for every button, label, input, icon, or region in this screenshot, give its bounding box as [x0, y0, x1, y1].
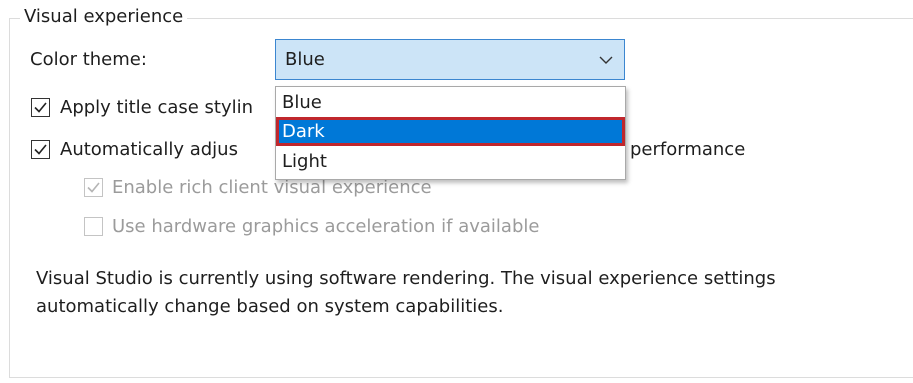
color-theme-label: Color theme:	[30, 49, 147, 70]
title-case-checkbox[interactable]	[31, 98, 50, 117]
dropdown-option-light[interactable]: Light	[276, 147, 625, 176]
visual-experience-panel: Visual experience Color theme: Blue Appl…	[0, 0, 913, 383]
dropdown-option-dark[interactable]: Dark	[276, 117, 625, 146]
checkmark-icon	[34, 144, 47, 155]
auto-adjust-label: Automatically adjus	[60, 139, 238, 160]
hardware-acceleration-label: Use hardware graphics acceleration if av…	[112, 216, 540, 237]
rich-client-checkbox[interactable]	[84, 178, 103, 197]
checkmark-icon	[87, 182, 100, 193]
dropdown-option-blue[interactable]: Blue	[276, 88, 625, 117]
chevron-down-icon	[599, 56, 613, 64]
rendering-description: Visual Studio is currently using softwar…	[36, 268, 776, 317]
title-case-label: Apply title case stylin	[60, 97, 254, 118]
hardware-acceleration-checkbox[interactable]	[84, 217, 103, 236]
auto-adjust-checkbox[interactable]	[31, 140, 50, 159]
group-title: Visual experience	[20, 5, 188, 29]
color-theme-selected-value: Blue	[285, 49, 325, 70]
color-theme-dropdown-list: Blue Dark Light	[275, 86, 626, 180]
color-theme-combobox[interactable]: Blue	[275, 39, 625, 80]
checkmark-icon	[34, 102, 47, 113]
auto-adjust-label-tail: performance	[630, 139, 746, 160]
